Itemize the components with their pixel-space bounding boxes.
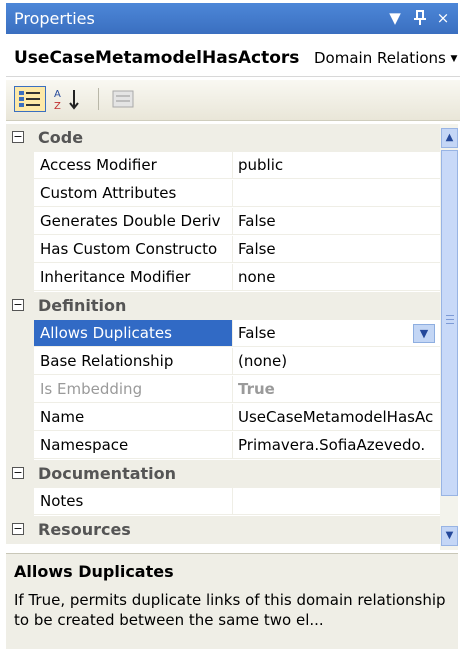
selected-object-type: Domain Relations	[314, 49, 446, 67]
category-resources[interactable]: − Resources	[6, 516, 440, 544]
category-label: Documentation	[38, 464, 177, 483]
auto-hide-pin-icon[interactable]	[410, 3, 430, 34]
property-name: Base Relationship	[34, 348, 232, 375]
alphabetical-button[interactable]: A Z	[52, 86, 86, 112]
property-value[interactable]	[232, 180, 440, 207]
property-row-has-custom-constructor[interactable]: Has Custom Constructo False	[6, 236, 440, 264]
property-value[interactable]: none	[232, 264, 440, 291]
property-value[interactable]: Primavera.SofiaAzevedo.	[232, 432, 440, 459]
property-name: Generates Double Deriv	[34, 208, 232, 235]
property-name: Access Modifier	[34, 152, 232, 179]
category-documentation[interactable]: − Documentation	[6, 460, 440, 488]
property-value[interactable]: False	[232, 236, 440, 263]
collapse-icon[interactable]: −	[12, 523, 24, 535]
property-grid: − Code Access Modifier public Custom Att…	[6, 124, 440, 550]
categorized-button[interactable]	[14, 86, 46, 112]
properties-toolbar: A Z	[6, 80, 460, 121]
property-row-generates-double-derived[interactable]: Generates Double Deriv False	[6, 208, 440, 236]
category-label: Resources	[38, 520, 131, 539]
property-value[interactable]: public	[232, 152, 440, 179]
window-title: Properties	[14, 9, 95, 28]
property-value-dropdown[interactable]: False ▼	[232, 320, 440, 347]
property-name: Allows Duplicates	[34, 320, 232, 347]
collapse-icon[interactable]: −	[12, 299, 24, 311]
property-value: False	[238, 324, 276, 342]
property-name: Name	[34, 404, 232, 431]
alphabetical-sort-icon: A Z	[54, 89, 79, 112]
collapse-icon[interactable]: −	[12, 131, 24, 143]
chevron-down-icon[interactable]: ▼	[413, 324, 435, 343]
property-row-allows-duplicates[interactable]: Allows Duplicates False ▼	[6, 320, 440, 348]
close-icon[interactable]: ×	[432, 3, 454, 34]
property-value: True	[232, 376, 440, 403]
toolbar-separator	[98, 88, 99, 110]
property-name: Notes	[34, 488, 232, 515]
property-row-name[interactable]: Name UseCaseMetamodelHasAc	[6, 404, 440, 432]
chevron-down-icon[interactable]: ▼	[448, 42, 460, 76]
category-code[interactable]: − Code	[6, 124, 440, 152]
property-name: Namespace	[34, 432, 232, 459]
category-label: Definition	[38, 296, 127, 315]
scroll-up-icon[interactable]: ▲	[441, 128, 458, 148]
svg-text:A: A	[54, 89, 61, 100]
property-row-access-modifier[interactable]: Access Modifier public	[6, 152, 440, 180]
property-name: Has Custom Constructo	[34, 236, 232, 263]
property-value[interactable]: False	[232, 208, 440, 235]
property-value[interactable]	[232, 488, 440, 515]
selected-object-name: UseCaseMetamodelHasActors	[14, 48, 300, 68]
property-value[interactable]: UseCaseMetamodelHasAc	[232, 404, 440, 431]
description-text: If True, permits duplicate links of this…	[14, 591, 446, 629]
property-name: Is Embedding	[34, 376, 232, 403]
category-definition[interactable]: − Definition	[6, 292, 440, 320]
property-pages-icon	[112, 90, 134, 108]
property-value[interactable]: (none)	[232, 348, 440, 375]
property-row-custom-attributes[interactable]: Custom Attributes	[6, 180, 440, 208]
collapse-icon[interactable]: −	[12, 467, 24, 479]
scrollbar-thumb[interactable]	[441, 150, 458, 496]
property-row-is-embedding[interactable]: Is Embedding True	[6, 376, 440, 404]
property-pages-button[interactable]	[108, 86, 138, 112]
property-name: Custom Attributes	[34, 180, 232, 207]
category-label: Code	[38, 128, 84, 147]
property-row-namespace[interactable]: Namespace Primavera.SofiaAzevedo.	[6, 432, 440, 460]
object-selector-dropdown[interactable]: UseCaseMetamodelHasActors Domain Relatio…	[6, 42, 460, 77]
property-row-base-relationship[interactable]: Base Relationship (none)	[6, 348, 440, 376]
description-pane: Allows Duplicates If True, permits dupli…	[6, 553, 458, 649]
property-row-notes[interactable]: Notes	[6, 488, 440, 516]
property-name: Inheritance Modifier	[34, 264, 232, 291]
window-position-dropdown-icon[interactable]: ▼	[384, 3, 406, 34]
scroll-down-icon[interactable]: ▼	[441, 526, 458, 546]
properties-window: Properties ▼ × UseCaseMetamodelHasActors…	[0, 0, 462, 653]
title-bar[interactable]: Properties ▼ ×	[6, 3, 458, 34]
property-row-inheritance-modifier[interactable]: Inheritance Modifier none	[6, 264, 440, 292]
description-title: Allows Duplicates	[14, 562, 174, 581]
svg-text:Z: Z	[54, 101, 61, 112]
categorized-icon	[19, 91, 40, 107]
vertical-scrollbar[interactable]: ▲ ▼	[440, 124, 458, 550]
